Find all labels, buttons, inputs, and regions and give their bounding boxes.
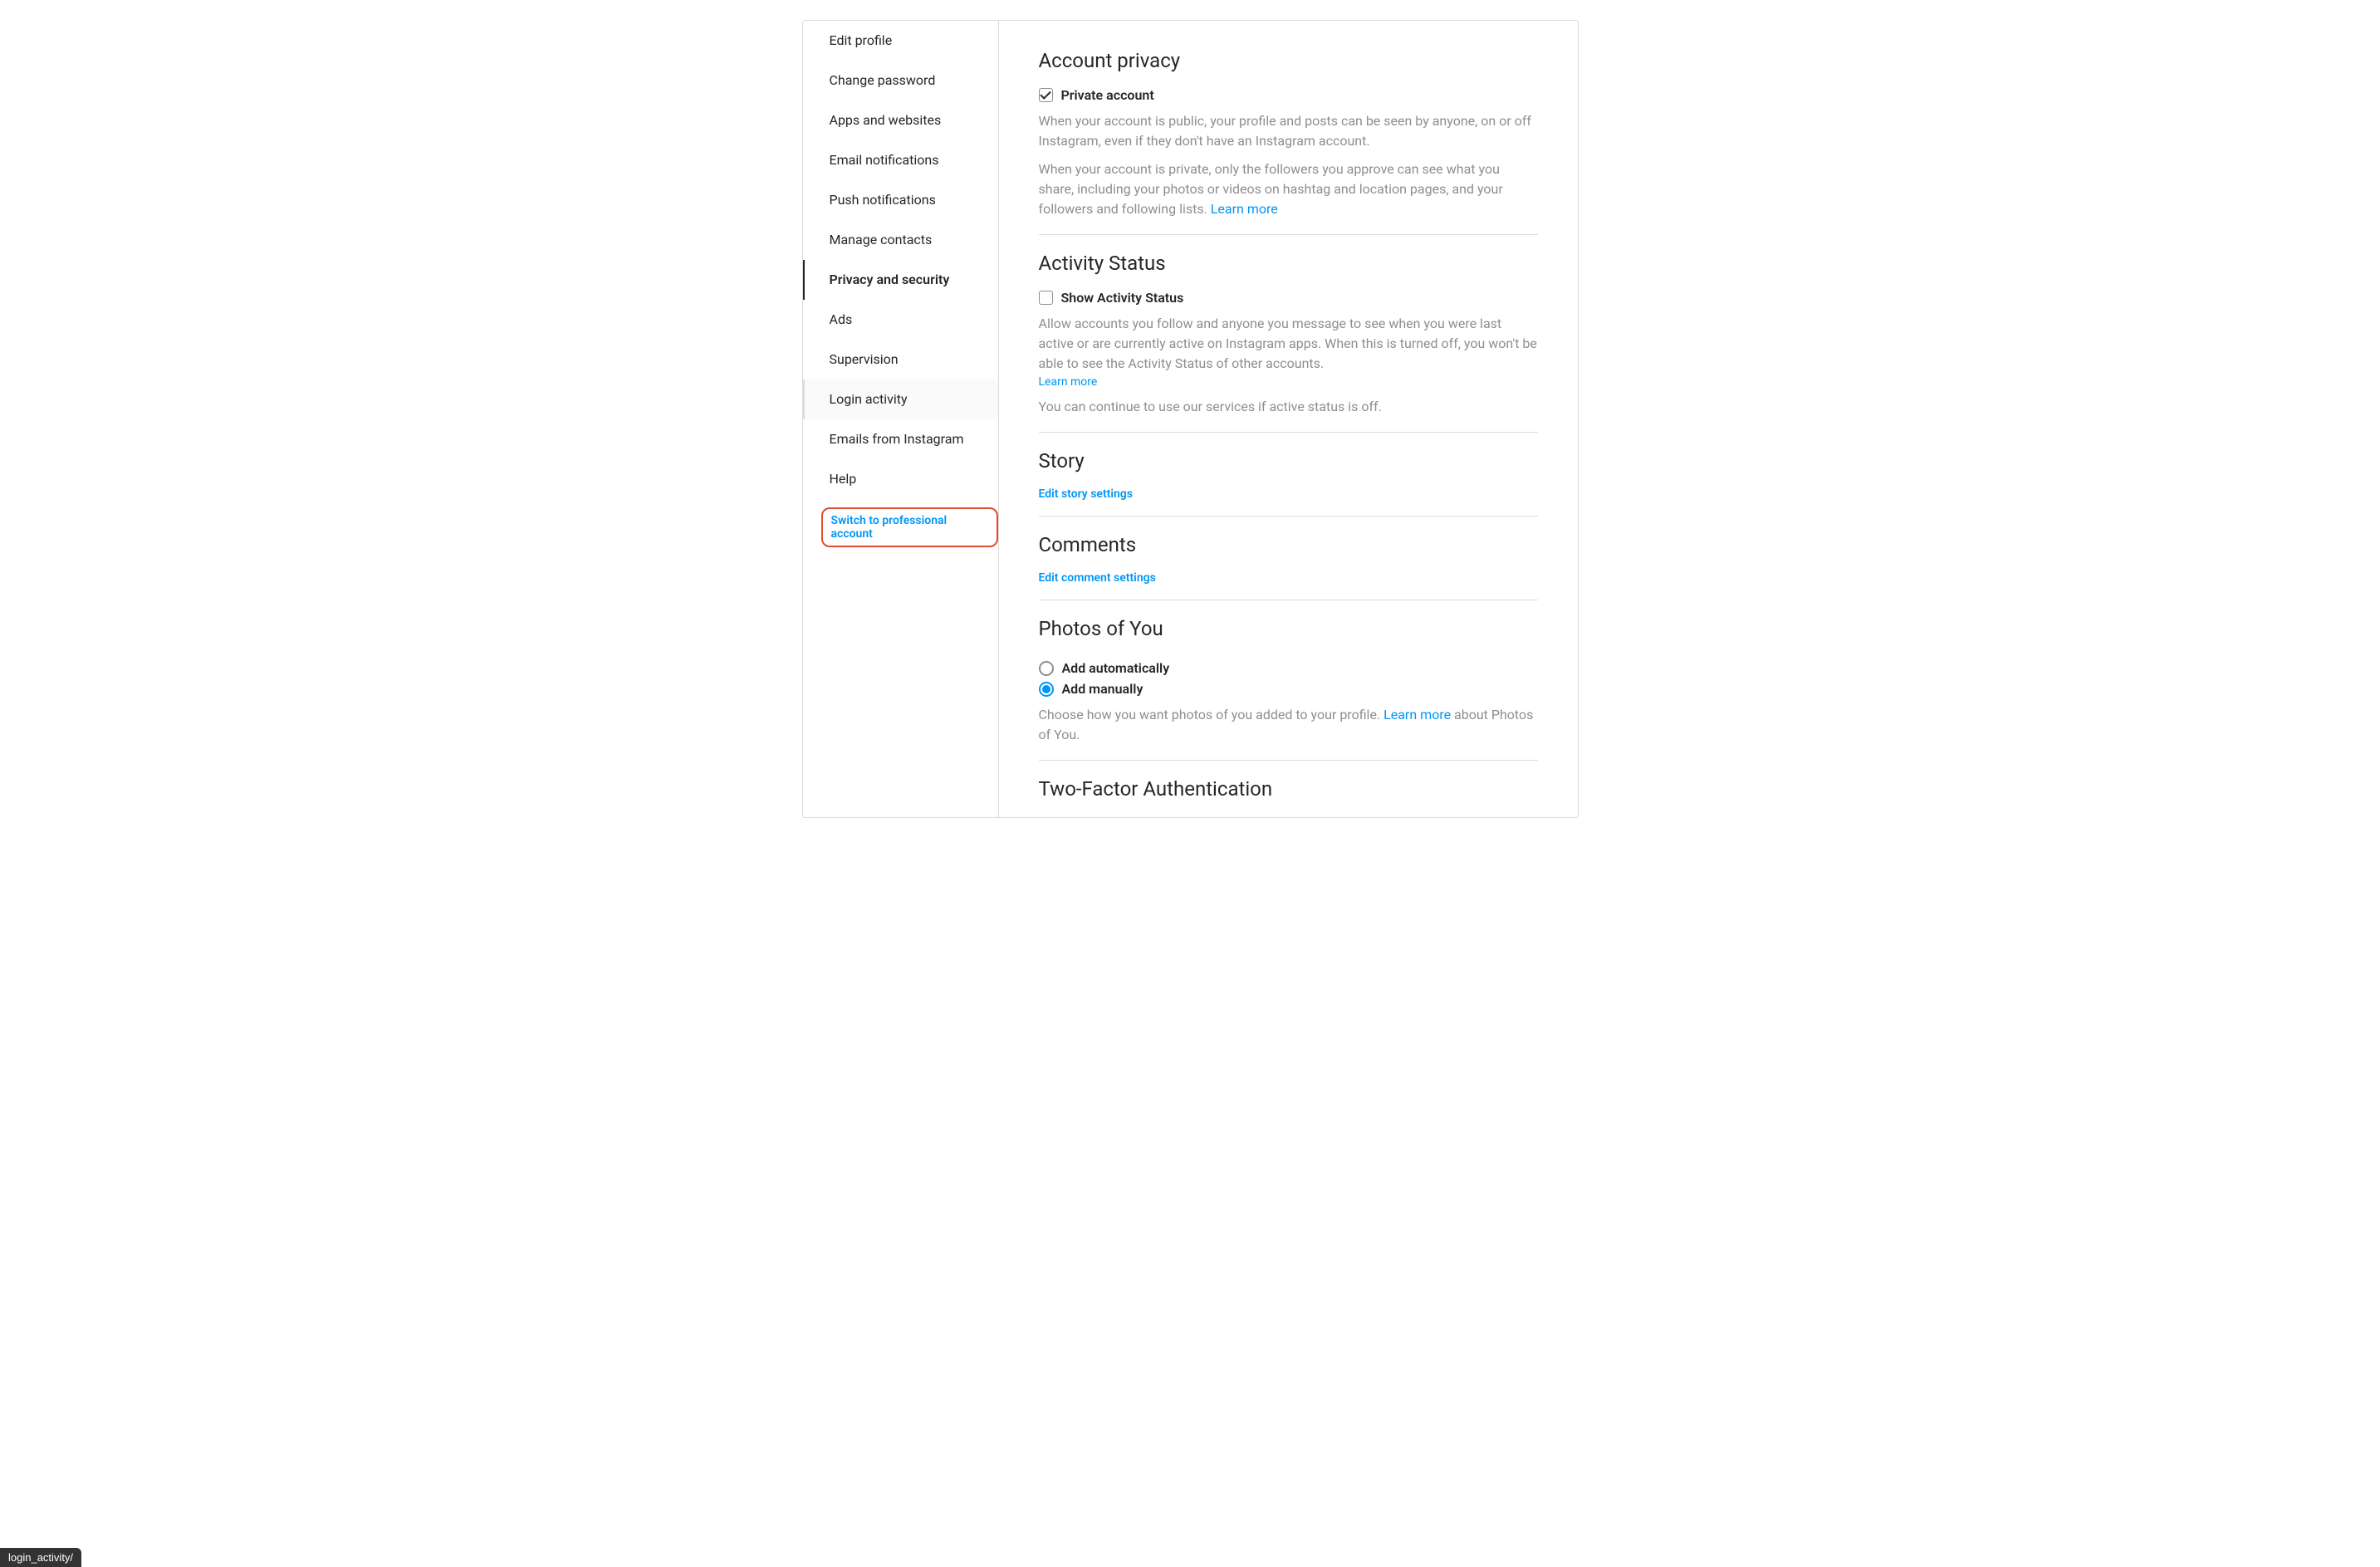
account-privacy-learn-more-link[interactable]: Learn more (1211, 201, 1278, 217)
activity-status-continue-desc: You can continue to use our services if … (1039, 397, 1538, 417)
photos-add-automatically-label: Add automatically (1062, 660, 1170, 676)
photos-add-manually-radio[interactable] (1039, 682, 1054, 697)
photos-add-manually-row: Add manually (1039, 681, 1538, 697)
sidebar-item-apps-websites[interactable]: Apps and websites (803, 100, 998, 140)
activity-status-desc: Allow accounts you follow and anyone you… (1039, 314, 1538, 374)
private-account-row: Private account (1039, 87, 1538, 103)
photos-of-you-desc: Choose how you want photos of you added … (1039, 705, 1538, 745)
sidebar-item-change-password[interactable]: Change password (803, 61, 998, 100)
photos-add-manually-label: Add manually (1062, 681, 1143, 697)
sidebar-item-edit-profile[interactable]: Edit profile (803, 21, 998, 61)
sidebar-item-email-notifications[interactable]: Email notifications (803, 140, 998, 180)
account-privacy-desc-public: When your account is public, your profil… (1039, 111, 1538, 151)
separator (1039, 760, 1538, 761)
private-account-checkbox[interactable] (1039, 88, 1053, 102)
settings-sidebar: Edit profile Change password Apps and we… (803, 21, 999, 817)
sidebar-item-manage-contacts[interactable]: Manage contacts (803, 220, 998, 260)
settings-main: Account privacy Private account When you… (999, 21, 1578, 817)
edit-comment-settings-link[interactable]: Edit comment settings (1039, 571, 1156, 585)
account-privacy-desc-private: When your account is private, only the f… (1039, 159, 1538, 219)
sidebar-item-ads[interactable]: Ads (803, 300, 998, 340)
separator (1039, 432, 1538, 433)
sidebar-item-privacy-security[interactable]: Privacy and security (803, 260, 998, 300)
activity-status-learn-more-link[interactable]: Learn more (1039, 375, 1098, 389)
private-account-label: Private account (1061, 87, 1154, 103)
activity-status-row: Show Activity Status (1039, 290, 1538, 306)
edit-story-settings-link[interactable]: Edit story settings (1039, 487, 1133, 501)
sidebar-item-emails-instagram[interactable]: Emails from Instagram (803, 419, 998, 459)
section-title-story: Story (1039, 449, 1538, 473)
activity-status-label: Show Activity Status (1061, 290, 1184, 306)
section-title-two-factor: Two-Factor Authentication (1039, 777, 1538, 801)
separator (1039, 516, 1538, 517)
section-title-photos-of-you: Photos of You (1039, 617, 1538, 640)
sidebar-item-help[interactable]: Help (803, 459, 998, 499)
switch-professional-account-link[interactable]: Switch to professional account (821, 507, 998, 547)
section-title-activity-status: Activity Status (1039, 252, 1538, 275)
settings-container: Edit profile Change password Apps and we… (802, 20, 1579, 818)
sidebar-item-login-activity[interactable]: Login activity (803, 380, 998, 419)
sidebar-item-supervision[interactable]: Supervision (803, 340, 998, 380)
activity-status-checkbox[interactable] (1039, 291, 1053, 305)
separator (1039, 234, 1538, 235)
browser-status-tooltip: login_activity/ (0, 1548, 81, 1567)
section-title-comments: Comments (1039, 533, 1538, 556)
photos-learn-more-link[interactable]: Learn more (1383, 707, 1451, 722)
photos-add-automatically-row: Add automatically (1039, 660, 1538, 676)
photos-desc-prefix: Choose how you want photos of you added … (1039, 707, 1384, 722)
sidebar-item-push-notifications[interactable]: Push notifications (803, 180, 998, 220)
section-title-account-privacy: Account privacy (1039, 49, 1538, 72)
photos-add-automatically-radio[interactable] (1039, 661, 1054, 676)
